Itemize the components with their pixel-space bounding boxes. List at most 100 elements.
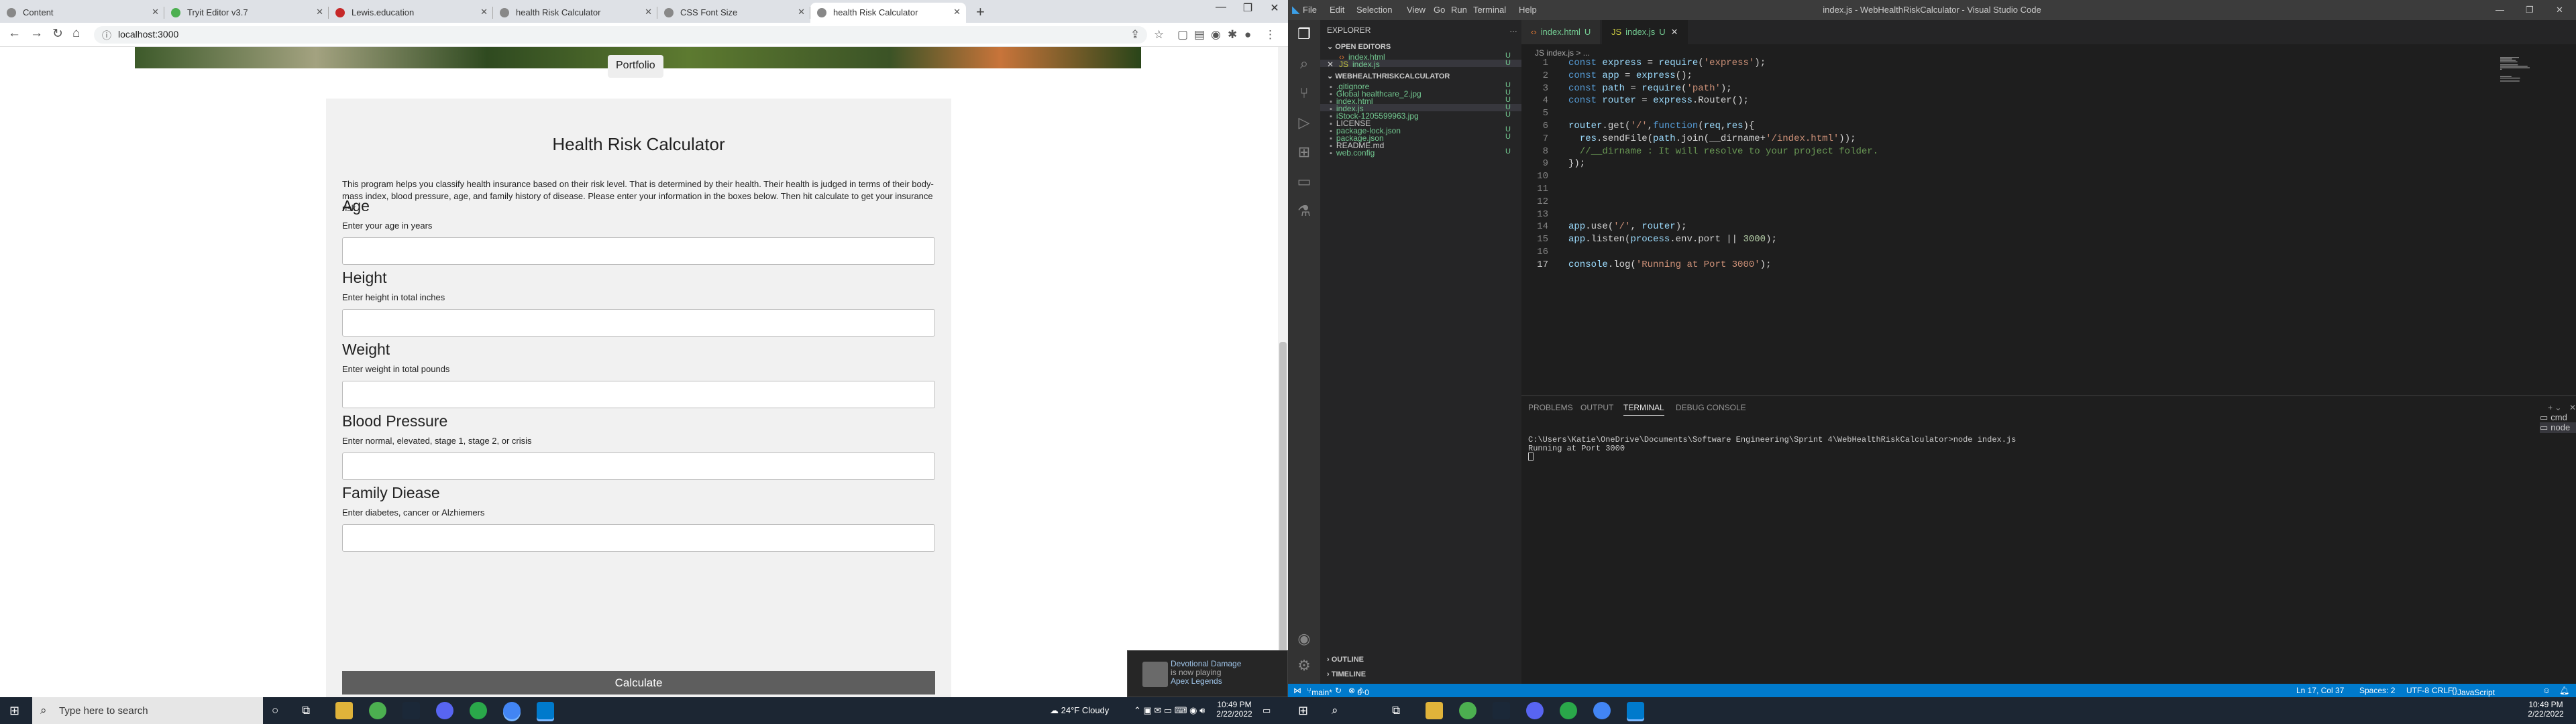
- feedback-icon[interactable]: ☺: [2542, 686, 2551, 695]
- browser-tab[interactable]: Content ✕: [0, 3, 164, 23]
- menu-file[interactable]: File: [1303, 5, 1317, 15]
- forward-icon[interactable]: →: [30, 26, 43, 41]
- minimize-button[interactable]: —: [2496, 5, 2504, 15]
- code-line[interactable]: const express = require('express');: [1568, 58, 1766, 68]
- cortana-icon[interactable]: ○: [272, 704, 278, 717]
- timeline-section[interactable]: › TIMELINE: [1327, 670, 1366, 678]
- bookmark-star-icon[interactable]: ☆: [1154, 28, 1164, 42]
- code-line[interactable]: //__dirname : It will resolve to your pr…: [1568, 146, 1878, 157]
- close-tab-icon[interactable]: ✕: [152, 7, 159, 17]
- browser-tab[interactable]: health Risk Calculator ✕: [493, 3, 657, 23]
- code-line[interactable]: const path = require('path');: [1568, 83, 1732, 94]
- task-view-icon[interactable]: ⧉: [1392, 704, 1400, 717]
- scrollbar-thumb[interactable]: [1279, 342, 1287, 690]
- address-bar[interactable]: ⓘ localhost:3000: [94, 26, 1147, 44]
- file-explorer-icon[interactable]: [335, 702, 353, 719]
- avatar[interactable]: ●: [1244, 28, 1251, 42]
- branch-indicator[interactable]: ⑂ main*: [1307, 686, 1332, 697]
- code-editor[interactable]: ‹› index.html U JS index.js U ✕ JS index.js > …: [1521, 20, 2576, 396]
- indentation[interactable]: Spaces: 2: [2359, 686, 2395, 695]
- panel-tab-debug-console[interactable]: DEBUG CONSOLE: [1676, 403, 1746, 412]
- vscode-icon[interactable]: [1627, 702, 1644, 719]
- panel-tab-problems[interactable]: PROBLEMS: [1528, 403, 1573, 412]
- run-debug-icon[interactable]: ▷: [1295, 114, 1313, 133]
- extensions-icon[interactable]: ⊞: [1295, 143, 1313, 162]
- close-tab-icon[interactable]: ✕: [645, 7, 652, 17]
- more-actions-icon[interactable]: …: [1509, 25, 1517, 34]
- file-item[interactable]: ▪ iStock-1205599963.jpg U: [1320, 111, 1521, 121]
- menu-selection[interactable]: Selection: [1356, 5, 1392, 15]
- source-control-icon[interactable]: ⑂: [1295, 84, 1313, 103]
- extension-icon[interactable]: ▤: [1194, 28, 1205, 42]
- menu-terminal[interactable]: Terminal: [1473, 5, 1506, 15]
- notification-center-icon[interactable]: ▭: [1263, 705, 1271, 716]
- discord-icon[interactable]: [436, 702, 453, 719]
- start-windows-icon[interactable]: ⊞: [9, 704, 19, 718]
- file-item[interactable]: ▪ .gitignore U: [1320, 81, 1521, 91]
- close-window-button[interactable]: ✕: [1261, 1, 1288, 15]
- chrome-active-icon[interactable]: [1593, 702, 1611, 719]
- browser-tab[interactable]: Lewis.education ✕: [329, 3, 493, 23]
- menu-kebab-icon[interactable]: ⋮: [1265, 28, 1276, 42]
- explorer-icon[interactable]: ❐: [1295, 25, 1313, 44]
- editor-tab[interactable]: JS index.js U ✕: [1602, 20, 1688, 44]
- language-mode[interactable]: {} JavaScript: [2452, 686, 2495, 697]
- code-line[interactable]: const router = express.Router();: [1568, 95, 1749, 106]
- steam-icon[interactable]: [1493, 702, 1510, 719]
- encoding[interactable]: UTF-8: [2406, 686, 2429, 695]
- close-tab-icon[interactable]: ✕: [1671, 27, 1678, 37]
- file-item[interactable]: ▪ web.config U: [1320, 147, 1521, 158]
- file-item[interactable]: ▪ package.json U: [1320, 133, 1521, 143]
- steam-icon[interactable]: [402, 702, 420, 719]
- terminal-instance[interactable]: ▭ cmd: [2540, 412, 2567, 423]
- close-icon[interactable]: ✕: [1327, 60, 1334, 69]
- maximize-button[interactable]: ❐: [2526, 5, 2534, 15]
- cursor-position[interactable]: Ln 17, Col 37: [2296, 686, 2344, 695]
- menu-view[interactable]: View: [1407, 5, 1426, 15]
- clock[interactable]: 10:49 PM 2/22/2022: [1214, 700, 1254, 719]
- game-notification[interactable]: Devotional Damage is now playing Apex Le…: [1127, 650, 1288, 697]
- problems-indicator[interactable]: ⊗ 0 ⚠ 0: [1348, 686, 1369, 697]
- file-explorer-icon[interactable]: [1426, 702, 1443, 719]
- file-item[interactable]: ▪ README.md: [1320, 141, 1521, 150]
- terminal-line[interactable]: Running at Port 3000: [1528, 444, 1625, 453]
- close-tab-icon[interactable]: ✕: [316, 7, 323, 17]
- outline-section[interactable]: › OUTLINE: [1327, 656, 1364, 664]
- back-icon[interactable]: ←: [8, 26, 21, 41]
- extension-icon[interactable]: ▢: [1177, 28, 1188, 42]
- file-item[interactable]: ▪ Global healthcare_2.jpg U: [1320, 88, 1521, 99]
- field-input[interactable]: [342, 309, 935, 337]
- page-scrollbar[interactable]: [1278, 47, 1288, 697]
- code-line[interactable]: const app = express();: [1568, 70, 1693, 81]
- new-terminal-icon[interactable]: + ⌄: [2548, 403, 2561, 412]
- xbox-icon[interactable]: [470, 702, 487, 719]
- minimize-button[interactable]: —: [1208, 1, 1234, 13]
- discord-icon[interactable]: [1526, 702, 1544, 719]
- file-item[interactable]: ▪ index.html U: [1320, 96, 1521, 106]
- code-line[interactable]: console.log('Running at Port 3000');: [1568, 259, 1771, 270]
- project-folder-header[interactable]: ⌄ WEBHEALTHRISKCALCULATOR: [1327, 72, 1450, 80]
- gear-icon[interactable]: ⚙: [1295, 657, 1313, 676]
- code-line[interactable]: router.get('/',function(req,res){: [1568, 121, 1754, 131]
- terminal-instance[interactable]: ▭ node: [2540, 422, 2576, 433]
- vscode-icon[interactable]: [537, 702, 554, 719]
- menu-run[interactable]: Run: [1451, 5, 1467, 15]
- chrome-icon[interactable]: [1459, 702, 1477, 719]
- open-editor-item[interactable]: ✕ JS index.js U: [1320, 59, 1521, 69]
- editor-tab[interactable]: ‹› index.html U: [1521, 20, 1601, 44]
- close-window-button[interactable]: ✕: [2556, 5, 2563, 15]
- menu-go[interactable]: Go: [1434, 5, 1445, 15]
- reload-icon[interactable]: ↻: [52, 26, 63, 42]
- menu-help[interactable]: Help: [1519, 5, 1537, 15]
- search-icon[interactable]: ⌕: [1332, 704, 1338, 717]
- notifications-icon[interactable]: 🔔︎: [2559, 686, 2569, 695]
- browser-tab[interactable]: health Risk Calculator ✕: [810, 3, 966, 23]
- maximize-button[interactable]: ❐: [1234, 1, 1261, 15]
- field-input[interactable]: [342, 237, 935, 265]
- extension-icon[interactable]: ◉: [1211, 28, 1221, 42]
- code-line[interactable]: app.listen(process.env.port || 3000);: [1568, 234, 1777, 245]
- testing-icon[interactable]: ⚗: [1295, 202, 1313, 221]
- chrome-icon[interactable]: [369, 702, 386, 719]
- sync-icon[interactable]: ↻: [1335, 686, 1342, 695]
- account-icon[interactable]: ◉: [1295, 630, 1313, 649]
